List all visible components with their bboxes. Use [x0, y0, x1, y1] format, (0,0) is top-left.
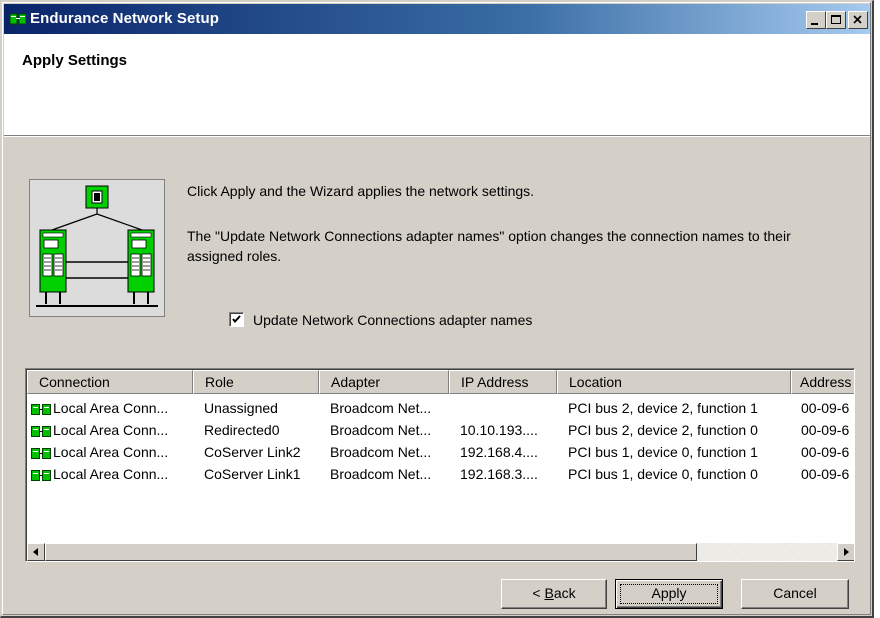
option-description: The "Update Network Connections adapter … — [187, 228, 791, 264]
back-button-prefix: < — [532, 585, 545, 601]
scrollbar-thumb[interactable] — [45, 543, 697, 561]
column-header-address[interactable]: Address — [791, 370, 854, 394]
apply-button-label: Apply — [651, 585, 687, 601]
wizard-window: Endurance Network Setup Apply Settings C… — [0, 0, 874, 618]
cell-role: Redirected0 — [204, 422, 280, 438]
network-adapter-icon — [31, 404, 51, 415]
cell-address: 00-09-6 — [801, 466, 850, 482]
cell-adapter: Broadcom Net... — [330, 444, 432, 460]
column-header-connection[interactable]: Connection — [27, 370, 193, 394]
network-adapter-icon — [31, 470, 51, 481]
network-adapter-icon — [31, 426, 51, 437]
instruction-text: Click Apply and the Wizard applies the n… — [187, 183, 535, 199]
arrow-left-icon — [33, 548, 38, 556]
horizontal-scrollbar[interactable] — [27, 543, 854, 561]
connection-name: Local Area Conn... — [53, 422, 169, 438]
cell-address: 00-09-6 — [801, 400, 850, 416]
close-button[interactable] — [848, 11, 868, 29]
connection-name: Local Area Conn... — [53, 400, 169, 416]
cell-location: PCI bus 2, device 2, function 0 — [568, 422, 758, 438]
back-button-accelerator: B — [544, 585, 554, 601]
connection-name: Local Area Conn... — [53, 444, 169, 460]
cell-role: CoServer Link2 — [204, 444, 301, 460]
cell-adapter: Broadcom Net... — [330, 400, 432, 416]
table-row[interactable]: Local Area Conn... CoServer Link1 Broadc… — [27, 464, 854, 486]
cell-address: 00-09-6 — [801, 422, 850, 438]
cell-ip-address: 192.168.4.... — [460, 444, 538, 460]
cell-connection: Local Area Conn... — [31, 466, 191, 482]
window-title: Endurance Network Setup — [30, 10, 220, 27]
back-button[interactable]: < Back — [501, 579, 607, 609]
table-body: Local Area Conn... Unassigned Broadcom N… — [27, 398, 854, 486]
cell-role: CoServer Link1 — [204, 466, 301, 482]
column-header-adapter[interactable]: Adapter — [319, 370, 449, 394]
network-illustration — [29, 179, 165, 317]
scroll-right-button[interactable] — [837, 543, 854, 561]
update-names-label[interactable]: Update Network Connections adapter names — [253, 312, 532, 328]
network-adapter-icon — [31, 448, 51, 459]
network-app-icon — [10, 13, 26, 25]
table-frame: Connection Role Adapter IP Address Locat… — [26, 369, 854, 561]
arrow-right-icon — [844, 548, 849, 556]
cell-adapter: Broadcom Net... — [330, 466, 432, 482]
close-icon — [853, 15, 862, 24]
table-row[interactable]: Local Area Conn... Redirected0 Broadcom … — [27, 420, 854, 442]
network-diagram-icon — [30, 180, 164, 316]
checkmark-icon — [232, 315, 241, 324]
cell-address: 00-09-6 — [801, 444, 850, 460]
cell-location: PCI bus 1, device 0, function 1 — [568, 444, 758, 460]
title-bar[interactable]: Endurance Network Setup — [4, 4, 870, 34]
cell-ip-address: 10.10.193.... — [460, 422, 538, 438]
back-button-rest: ack — [553, 585, 576, 601]
cell-connection: Local Area Conn... — [31, 444, 191, 460]
column-header-role[interactable]: Role — [193, 370, 319, 394]
cell-connection: Local Area Conn... — [31, 400, 191, 416]
scroll-left-button[interactable] — [27, 543, 45, 561]
cancel-button-label: Cancel — [773, 585, 817, 601]
page-title: Apply Settings — [22, 52, 128, 69]
cell-location: PCI bus 2, device 2, function 1 — [568, 400, 758, 416]
table-row[interactable]: Local Area Conn... CoServer Link2 Broadc… — [27, 442, 854, 464]
maximize-icon — [831, 15, 841, 24]
column-header-location[interactable]: Location — [557, 370, 791, 394]
update-names-checkbox[interactable] — [229, 312, 244, 327]
maximize-button[interactable] — [826, 11, 846, 29]
connection-name: Local Area Conn... — [53, 466, 169, 482]
wizard-header: Apply Settings — [4, 34, 870, 137]
cancel-button[interactable]: Cancel — [741, 579, 849, 609]
column-header-ip-address[interactable]: IP Address — [449, 370, 557, 394]
cell-adapter: Broadcom Net... — [330, 422, 432, 438]
apply-button[interactable]: Apply — [615, 579, 723, 609]
minimize-button[interactable] — [806, 11, 826, 29]
minimize-icon — [811, 23, 818, 25]
table-header: Connection Role Adapter IP Address Locat… — [27, 370, 854, 394]
cell-ip-address: 192.168.3.... — [460, 466, 538, 482]
cell-location: PCI bus 1, device 0, function 0 — [568, 466, 758, 482]
cell-connection: Local Area Conn... — [31, 422, 191, 438]
connections-table[interactable]: Connection Role Adapter IP Address Locat… — [25, 368, 855, 562]
cell-role: Unassigned — [204, 400, 278, 416]
table-row[interactable]: Local Area Conn... Unassigned Broadcom N… — [27, 398, 854, 420]
